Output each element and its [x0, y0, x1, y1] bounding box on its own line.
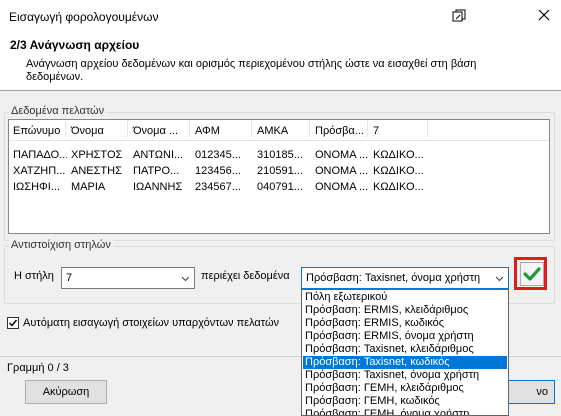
- grid-cell[interactable]: 210591...: [253, 163, 311, 179]
- grid-cell[interactable]: ΟΝΟΜΑ ...: [311, 147, 369, 163]
- chevron-down-icon: [182, 276, 189, 282]
- grid-cell[interactable]: ΟΝΟΜΑ ...: [311, 179, 369, 195]
- grid-cell[interactable]: ΚΩΔΙΚΟ...: [369, 163, 429, 179]
- checkmark-icon: [523, 267, 541, 281]
- column-label: Η στήλη: [14, 270, 54, 282]
- dropdown-option[interactable]: Πρόσβαση: Taxisnet, όνομα χρήστη: [303, 369, 507, 382]
- dropdown-option[interactable]: Πόλη εξωτερικού: [303, 291, 507, 304]
- column-select-value: 7: [66, 272, 73, 284]
- column-select[interactable]: 7: [61, 267, 195, 289]
- confirm-mapping-button[interactable]: [520, 262, 544, 286]
- data-type-select-value: Πρόσβαση: Taxisnet, όνομα χρήστη: [306, 272, 481, 284]
- step-description: Ανάγνωση αρχείου δεδομένων και ορισμός π…: [26, 58, 477, 83]
- chevron-down-icon: [496, 276, 503, 282]
- dropdown-option[interactable]: Πρόσβαση: ΓΕΜΗ, όνομα χρήστη: [303, 408, 507, 415]
- grid-cell[interactable]: ΑΝΕΣΤΗΣ: [67, 163, 129, 179]
- auto-import-label[interactable]: Αυτόματη εισαγωγή στοιχείων υπαρχόντων π…: [23, 317, 279, 329]
- dropdown-option[interactable]: Πρόσβαση: Taxisnet, κλειδάριθμος: [303, 343, 507, 356]
- dropdown-option[interactable]: Πρόσβαση: ΓΕΜΗ, κλειδάριθμος: [303, 382, 507, 395]
- grid-cell[interactable]: 234567...: [191, 179, 253, 195]
- dropdown-option[interactable]: Πρόσβαση: ERMIS, όνομα χρήστη: [303, 330, 507, 343]
- grid-cell[interactable]: 123456...: [191, 163, 253, 179]
- grid-cell[interactable]: ΠΑΤΡΟ...: [129, 163, 191, 179]
- grid-header-cell[interactable]: 7: [369, 123, 429, 139]
- grid-header-cell[interactable]: Όνομα: [67, 123, 131, 139]
- dropdown-option[interactable]: Πρόσβαση: ΓΕΜΗ, κωδικός: [303, 395, 507, 408]
- mapping-group-legend: Αντιστοίχιση στηλών: [9, 239, 113, 251]
- restore-window-icon[interactable]: [452, 9, 466, 23]
- grid-column-divider[interactable]: [309, 120, 310, 137]
- grid-cell[interactable]: ΧΑΤΖΗΠ...: [9, 163, 67, 179]
- grid-cell[interactable]: ΚΩΔΙΚΟ...: [369, 179, 429, 195]
- customers-group-legend: Δεδομένα πελατών: [9, 105, 107, 117]
- grid-column-divider[interactable]: [65, 120, 66, 137]
- grid-cell[interactable]: ΙΩΣΗΦΙ...: [9, 179, 67, 195]
- dropdown-option-selected[interactable]: Πρόσβαση: Taxisnet, κωδικός: [303, 356, 507, 369]
- grid-header-cell[interactable]: Επώνυμο: [9, 123, 69, 139]
- dropdown-option[interactable]: Πρόσβαση: ERMIS, κωδικός: [303, 317, 507, 330]
- grid-header-cell[interactable]: ΑΦΜ: [191, 123, 255, 139]
- auto-import-checkbox[interactable]: [7, 317, 19, 329]
- close-icon[interactable]: [538, 9, 550, 21]
- grid-column-divider[interactable]: [251, 120, 252, 137]
- grid-header-cell[interactable]: ΑΜΚΑ: [253, 123, 317, 139]
- grid-cell[interactable]: 012345...: [191, 147, 253, 163]
- grid-header-underline: [9, 140, 549, 141]
- grid-cell[interactable]: ΑΝΤΩΝΙ...: [129, 147, 191, 163]
- customers-grid[interactable]: Επώνυμο Όνομα Όνομα ... ΑΦΜ ΑΜΚΑ Πρόσβα.…: [8, 119, 550, 234]
- grid-column-divider[interactable]: [367, 120, 368, 137]
- grid-cell[interactable]: ΙΩΑΝΝΗΣ: [129, 179, 191, 195]
- row-status: Γραμμή 0 / 3: [7, 362, 69, 374]
- grid-cell[interactable]: ΚΩΔΙΚΟ...: [369, 147, 429, 163]
- data-type-dropdown-list[interactable]: Πόλη εξωτερικού Πρόσβαση: ERMIS, κλειδάρ…: [301, 289, 509, 416]
- dropdown-option[interactable]: Πρόσβαση: ERMIS, κλειδάριθμος: [303, 304, 507, 317]
- grid-cell[interactable]: ΜΑΡΙΑ: [67, 179, 129, 195]
- grid-cell[interactable]: 310185...: [253, 147, 311, 163]
- grid-cell[interactable]: ΠΑΠΑΔΟ...: [9, 147, 67, 163]
- contains-label: περιέχει δεδομένα: [201, 270, 290, 282]
- step-title: 2/3 Ανάγνωση αρχείου: [10, 38, 140, 52]
- grid-column-divider[interactable]: [427, 120, 428, 137]
- window-title: Εισαγωγή φορολογουμένων: [9, 10, 159, 24]
- grid-header-cell[interactable]: Πρόσβα...: [311, 123, 371, 139]
- grid-column-divider[interactable]: [189, 120, 190, 137]
- grid-cell[interactable]: 040791...: [253, 179, 311, 195]
- grid-cell[interactable]: ΟΝΟΜΑ ...: [311, 163, 369, 179]
- grid-header-cell[interactable]: Όνομα ...: [129, 123, 193, 139]
- grid-cell[interactable]: ΧΡΗΣΤΟΣ: [67, 147, 129, 163]
- data-type-select[interactable]: Πρόσβαση: Taxisnet, όνομα χρήστη: [301, 267, 509, 289]
- checkbox-check-icon: [9, 319, 18, 327]
- grid-column-divider[interactable]: [127, 120, 128, 137]
- cancel-button[interactable]: Ακύρωση: [25, 380, 107, 404]
